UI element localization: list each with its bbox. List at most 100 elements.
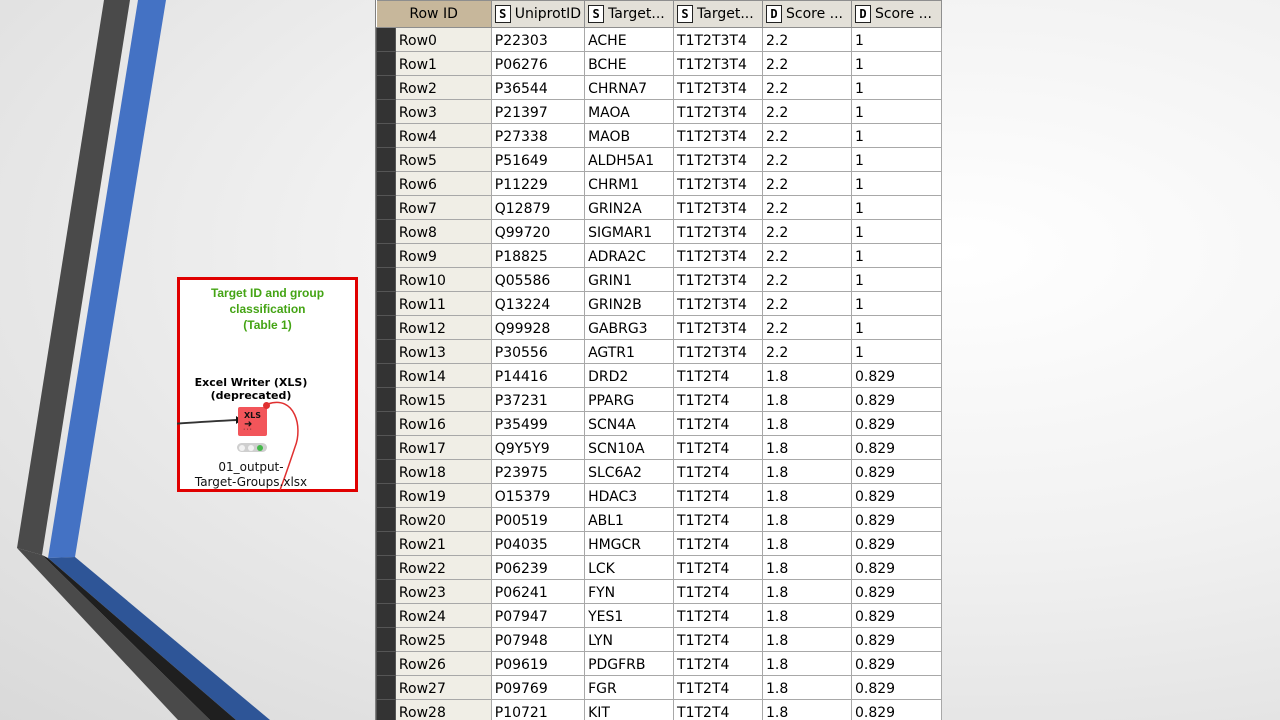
uniprot-id-cell[interactable]: P06239 [490,555,586,580]
row-selection-marker[interactable] [376,459,396,484]
score-cell[interactable]: 0.829 [850,699,942,720]
uniprot-id-cell[interactable]: P23975 [490,459,586,484]
table-row[interactable]: Row10 Q05586 GRIN1 T1T2T3T4 2.2 1 [376,267,942,292]
table-row[interactable]: Row26 P09619 PDGFRB T1T2T4 1.8 0.829 [376,651,942,676]
row-selection-marker[interactable] [376,291,396,316]
target-name-cell[interactable]: ADRA2C [584,243,675,268]
target-name-cell[interactable]: BCHE [584,51,675,76]
score-cell[interactable]: 1.8 [762,435,852,460]
score-cell[interactable]: 1 [850,99,942,124]
row-selection-marker[interactable] [376,171,396,196]
target-group-cell[interactable]: T1T2T4 [673,651,763,676]
score-cell[interactable]: 1.8 [762,699,852,720]
score-cell[interactable]: 0.829 [850,459,942,484]
table-row[interactable]: Row1 P06276 BCHE T1T2T3T4 2.2 1 [376,51,942,76]
target-name-cell[interactable]: HDAC3 [584,483,675,508]
score-cell[interactable]: 2.2 [762,171,852,196]
table-row[interactable]: Row7 Q12879 GRIN2A T1T2T3T4 2.2 1 [376,195,942,220]
uniprot-id-cell[interactable]: P36544 [490,75,586,100]
uniprot-id-cell[interactable]: P09619 [490,651,586,676]
uniprot-id-cell[interactable]: P51649 [490,147,586,172]
table-row[interactable]: Row22 P06239 LCK T1T2T4 1.8 0.829 [376,555,942,580]
target-name-cell[interactable]: GRIN2A [584,195,675,220]
row-selection-marker[interactable] [376,219,396,244]
table-row[interactable]: Row2 P36544 CHRNA7 T1T2T3T4 2.2 1 [376,75,942,100]
score-cell[interactable]: 2.2 [762,99,852,124]
target-group-cell[interactable]: T1T2T4 [673,483,763,508]
table-row[interactable]: Row8 Q99720 SIGMAR1 T1T2T3T4 2.2 1 [376,219,942,244]
output-port[interactable] [263,402,270,409]
score-cell[interactable]: 1 [850,195,942,220]
row-selection-marker[interactable] [376,147,396,172]
target-group-cell[interactable]: T1T2T3T4 [673,291,763,316]
table-row[interactable]: Row0 P22303 ACHE T1T2T3T4 2.2 1 [376,27,942,52]
score-cell[interactable]: 1.8 [762,363,852,388]
score-cell[interactable]: 2.2 [762,267,852,292]
row-id-cell[interactable]: Row4 [394,123,492,148]
score-cell[interactable]: 1 [850,219,942,244]
uniprot-id-cell[interactable]: Q13224 [490,291,586,316]
score-cell[interactable]: 0.829 [850,675,942,700]
row-id-cell[interactable]: Row28 [394,699,492,720]
row-id-cell[interactable]: Row24 [394,603,492,628]
target-name-cell[interactable]: SCN10A [584,435,675,460]
uniprot-id-cell[interactable]: Q12879 [490,195,586,220]
target-group-cell[interactable]: T1T2T4 [673,531,763,556]
row-selection-marker[interactable] [376,75,396,100]
row-selection-marker[interactable] [376,363,396,388]
target-name-cell[interactable]: AGTR1 [584,339,675,364]
table-row[interactable]: Row12 Q99928 GABRG3 T1T2T3T4 2.2 1 [376,315,942,340]
row-selection-marker[interactable] [376,579,396,604]
target-name-cell[interactable]: FGR [584,675,675,700]
score-cell[interactable]: 1 [850,291,942,316]
score-cell[interactable]: 0.829 [850,603,942,628]
target-group-cell[interactable]: T1T2T3T4 [673,27,763,52]
uniprot-id-cell[interactable]: Q9Y5Y9 [490,435,586,460]
row-selection-marker[interactable] [376,699,396,720]
target-name-cell[interactable]: SCN4A [584,411,675,436]
target-name-cell[interactable]: SIGMAR1 [584,219,675,244]
score-cell[interactable]: 2.2 [762,75,852,100]
score-cell[interactable]: 0.829 [850,651,942,676]
uniprot-id-cell[interactable]: P14416 [490,363,586,388]
score-cell[interactable]: 1.8 [762,411,852,436]
row-id-cell[interactable]: Row2 [394,75,492,100]
column-header-score-2[interactable]: D Score ... [850,0,942,28]
score-cell[interactable]: 0.829 [850,507,942,532]
column-header-target-group[interactable]: S Target... [673,0,763,28]
target-name-cell[interactable]: PPARG [584,387,675,412]
row-selection-marker[interactable] [376,99,396,124]
table-row[interactable]: Row27 P09769 FGR T1T2T4 1.8 0.829 [376,675,942,700]
table-row[interactable]: Row11 Q13224 GRIN2B T1T2T3T4 2.2 1 [376,291,942,316]
target-group-cell[interactable]: T1T2T3T4 [673,267,763,292]
uniprot-id-cell[interactable]: P00519 [490,507,586,532]
uniprot-id-cell[interactable]: P30556 [490,339,586,364]
uniprot-id-cell[interactable]: P04035 [490,531,586,556]
target-group-cell[interactable]: T1T2T3T4 [673,339,763,364]
score-cell[interactable]: 1 [850,147,942,172]
score-cell[interactable]: 2.2 [762,195,852,220]
score-cell[interactable]: 2.2 [762,219,852,244]
uniprot-id-cell[interactable]: P27338 [490,123,586,148]
target-group-cell[interactable]: T1T2T3T4 [673,171,763,196]
row-selection-marker[interactable] [376,435,396,460]
row-id-cell[interactable]: Row14 [394,363,492,388]
score-cell[interactable]: 1.8 [762,555,852,580]
target-group-cell[interactable]: T1T2T4 [673,363,763,388]
row-selection-marker[interactable] [376,555,396,580]
row-selection-marker[interactable] [376,507,396,532]
uniprot-id-cell[interactable]: O15379 [490,483,586,508]
table-row[interactable]: Row16 P35499 SCN4A T1T2T4 1.8 0.829 [376,411,942,436]
row-id-cell[interactable]: Row6 [394,171,492,196]
row-id-cell[interactable]: Row0 [394,27,492,52]
row-selection-marker[interactable] [376,27,396,52]
data-table-view[interactable]: Row ID S UniprotID S Target... S Target... … [375,0,942,720]
target-group-cell[interactable]: T1T2T4 [673,459,763,484]
table-row[interactable]: Row23 P06241 FYN T1T2T4 1.8 0.829 [376,579,942,604]
row-selection-marker[interactable] [376,603,396,628]
uniprot-id-cell[interactable]: P06241 [490,579,586,604]
score-cell[interactable]: 2.2 [762,291,852,316]
target-name-cell[interactable]: GABRG3 [584,315,675,340]
target-group-cell[interactable]: T1T2T3T4 [673,123,763,148]
target-group-cell[interactable]: T1T2T4 [673,555,763,580]
